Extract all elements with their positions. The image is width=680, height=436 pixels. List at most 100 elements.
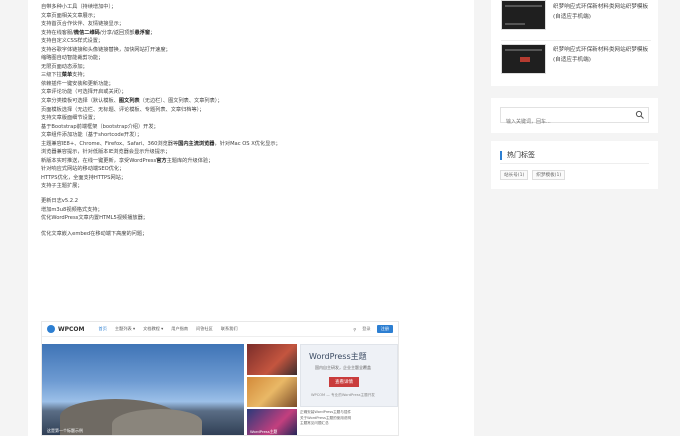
thumb-accent xyxy=(520,57,530,62)
screenshot-nav-item: 主题列表 ▾ xyxy=(114,326,136,331)
feature-text: 无限页面动态添加； xyxy=(41,63,88,70)
feature-line: 文章分类模板可选择（默认模板、图文列表（无边栏）、图文列表、文章列表）； xyxy=(41,97,474,106)
feature-text: 支持首页合作伙伴、友情链接显示； xyxy=(41,21,125,28)
post-thumbnail[interactable] xyxy=(501,44,546,74)
changelog-item: 优化WordPress文章内置HTML5视频播放器； xyxy=(41,215,148,222)
feature-line: 支持自定义CSS样式设置； xyxy=(41,37,474,46)
feature-text: 主题库的升级体验； xyxy=(166,157,214,164)
feature-line: 支持文章版面细节设置； xyxy=(41,114,474,123)
promo-title: WordPress主题 xyxy=(309,352,367,361)
post-thumbnail[interactable] xyxy=(501,0,546,30)
screenshot-tile xyxy=(247,344,297,375)
changelog-item: 增加m3u8视频格式支持； xyxy=(41,206,103,213)
feature-text: 浏览器兼容提示，针对低版本IE浏览器会显示升级提示； xyxy=(41,149,171,156)
screenshot-tile xyxy=(247,377,297,407)
post-title-link[interactable]: 织梦响应式环保新材料类网站织梦模板(自适应手机端) xyxy=(553,46,651,65)
highlight-text: 微信二维码 xyxy=(73,29,100,36)
feature-text: /分享/返回顶部 xyxy=(99,29,135,36)
feature-line: 文章组件添加功能（基于shortcode开发）； xyxy=(41,131,474,140)
screenshot-nav-item: 文档教程 ▾ xyxy=(143,326,164,331)
feature-line: 支持谷歌字体链接和头像链接替换，加快网站打开速度； xyxy=(41,46,474,55)
screenshot-tile: WordPress主题 xyxy=(247,409,297,435)
feature-text: 支持子主题扩展； xyxy=(41,183,83,190)
embedded-theme-screenshot: WPCOM 首页 主题列表 ▾ 文档教程 ▾ 用户指南 问答社区 联系我们 ⚲ 登录 注册… xyxy=(41,321,399,436)
article-content: 自带多种小工具（持续增加中）； 文章页面相关文章展示； 支持首页合作伙伴、友情链接显… xyxy=(28,0,474,436)
feature-text: 缩略图自动智能裁剪功能； xyxy=(41,55,104,62)
search-box xyxy=(500,107,649,129)
feature-line: 缩略图自动智能裁剪功能； xyxy=(41,54,474,63)
feature-line: HTTPS优化，全面支持HTTPS网站； xyxy=(41,174,474,183)
feature-text: 支持在线客服/ xyxy=(41,29,74,36)
tags-header: 热门标签 xyxy=(500,150,649,164)
promo-footnote: WPCOM — 专业的WordPress主题开发 xyxy=(311,393,375,397)
thumb-bar xyxy=(505,49,542,51)
feature-text: 支持文章版面细节设置； xyxy=(41,115,99,122)
post-title-link[interactable]: 织梦响应式环保新材料类网站织梦模板(自适应手机端) xyxy=(553,3,651,22)
feature-text: 新版本实时推送，在线一键更新，享受WordPress xyxy=(41,157,157,164)
highlight-text: 图文列表 xyxy=(118,98,140,105)
feature-line: 文章评论功能（可选择开启或关闭）； xyxy=(41,88,474,97)
thumb-bar xyxy=(505,23,525,25)
screenshot-news-item: 主题常见问题汇总 xyxy=(300,421,329,425)
highlight-text: 悬浮窗 xyxy=(134,29,151,36)
tag-link[interactable]: 织梦模板(1) xyxy=(532,170,566,180)
feature-line: 页面模板选择（无边栏、无标题、评论模板、专题列表、文章归档等）； xyxy=(41,106,474,115)
highlight-text: 菜单 xyxy=(61,72,73,79)
feature-text: 支持谷歌字体链接和头像链接替换，加快网站打开速度； xyxy=(41,46,171,53)
screenshot-promo-banner: WordPress主题 国内自主研发，企业主题全覆盖 查看详情 WPCOM — … xyxy=(300,344,398,407)
highlight-text: 国内主流浏览器 xyxy=(178,140,215,147)
feature-line: 三级下拉菜单支持； xyxy=(41,71,474,80)
feature-line: 基于Bootstrap前端框架（bootstrap介绍）开发； xyxy=(41,123,474,132)
feature-text: 文章分类模板可选择（默认模板、 xyxy=(41,98,119,105)
changelog-note: 优化文章嵌入embed在移动端下高度的问题； xyxy=(41,230,148,237)
screenshot-news-list: 正确安装WordPress主题与插件 关于WordPress主题的使用说明 主题常见… xyxy=(300,410,398,435)
screenshot-nav-item: 问答社区 xyxy=(196,326,213,331)
tags-list: 站长号(1) 织梦模板(1) xyxy=(500,170,649,180)
feature-text: 针对响应式网站的移动端SEO优化； xyxy=(41,166,125,173)
feature-line: 支持子主题扩展； xyxy=(41,182,474,191)
promo-subtitle: 国内自主研发，企业主题全覆盖 xyxy=(315,365,371,370)
screenshot-nav-item: 联系我们 xyxy=(220,326,238,331)
feature-text: 主题兼容IE8+、Chrome、Firefox、Safari、360浏览器等 xyxy=(41,140,179,147)
changelog-version: 更新日志v5.2.2 xyxy=(41,198,79,205)
feature-text: 自带多种小工具（持续增加中）； xyxy=(41,4,117,10)
feature-text: ，针对Mac OS X优化显示； xyxy=(214,140,281,147)
hero-caption: 这是第一个标题示例 xyxy=(47,428,83,433)
screenshot-register: 注册 xyxy=(376,325,393,333)
tags-title: 热门标签 xyxy=(507,151,535,159)
feature-line: 支持首页合作伙伴、友情链接显示； xyxy=(41,20,474,29)
feature-text: （无边栏）、图文列表、文章列表）； xyxy=(139,98,223,105)
feature-text: HTTPS优化，全面支持HTTPS网站； xyxy=(41,174,127,181)
screenshot-nav-item: 首页 xyxy=(98,326,107,331)
sidebar-search-widget xyxy=(491,98,658,133)
rock-shape xyxy=(112,409,202,435)
wpcom-logo-icon xyxy=(47,325,55,333)
feature-text: 支持自定义CSS样式设置； xyxy=(41,38,104,45)
feature-line: 主题兼容IE8+、Chrome、Firefox、Safari、360浏览器等国内… xyxy=(41,140,474,149)
feature-text: 文章评论功能（可选择开启或关闭）； xyxy=(41,89,127,96)
sidebar-recent-posts: 织梦响应式环保新材料类网站织梦模板(自适应手机端) 织梦响应式环保新材料类网站织… xyxy=(491,0,658,86)
thumb-bar xyxy=(505,5,542,7)
sidebar-post-item[interactable]: 织梦响应式环保新材料类网站织梦模板(自适应手机端) xyxy=(501,0,651,38)
tag-link[interactable]: 站长号(1) xyxy=(500,170,529,180)
tags-accent-bar xyxy=(500,150,502,160)
feature-text: 基于Bootstrap前端框架（bootstrap介绍）开发； xyxy=(41,123,159,130)
feature-line: 依赖插件一键安装和更新功能； xyxy=(41,80,474,89)
feature-text: 支持； xyxy=(72,72,88,79)
search-icon[interactable] xyxy=(635,110,645,120)
feature-text: ； xyxy=(150,29,156,36)
screenshot-navbar: WPCOM 首页 主题列表 ▾ 文档教程 ▾ 用户指南 问答社区 联系我们 ⚲ 登录 注册 xyxy=(42,322,398,337)
tile-caption: WordPress主题 xyxy=(250,429,278,434)
promo-button: 查看详情 xyxy=(329,377,359,387)
screenshot-nav-item: 用户指南 xyxy=(171,326,189,331)
screenshot-login: 登录 xyxy=(362,326,371,331)
feature-line: 支持在线客服/微信二维码/分享/返回顶部悬浮窗； xyxy=(41,29,474,38)
screenshot-hero-image: 这是第一个标题示例 xyxy=(42,344,244,435)
changelog: 更新日志v5.2.2 增加m3u8视频格式支持； 优化WordPress文章内置HT… xyxy=(41,197,474,223)
search-input[interactable] xyxy=(501,115,621,129)
feature-text: 页面模板选择（无边栏、无标题、评论模板、专题列表、文章归档等）； xyxy=(41,106,205,113)
sidebar-post-item[interactable]: 织梦响应式环保新材料类网站织梦模板(自适应手机端) xyxy=(501,40,651,78)
feature-text: 依赖插件一键安装和更新功能； xyxy=(41,80,114,87)
feature-line: 新版本实时推送，在线一键更新，享受WordPress官方主题库的升级体验； xyxy=(41,157,474,166)
feature-text: 文章组件添加功能（基于shortcode开发）； xyxy=(41,132,143,139)
